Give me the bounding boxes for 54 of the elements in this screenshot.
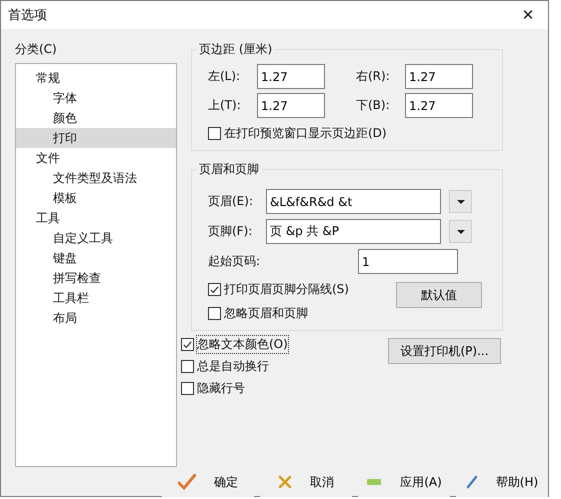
tree-item[interactable]: 字体 [16,88,176,108]
input-field[interactable]: 1.27 [405,64,473,89]
field-label: 页眉(E): [208,193,254,210]
caret-icon [456,200,464,204]
tree-item[interactable]: 布局 [16,308,176,328]
field-label: 上(T): [208,97,242,114]
field-label: 页脚(F): [208,223,254,240]
tree-item[interactable]: 自定义工具 [16,228,176,248]
checkbox[interactable] [208,307,221,320]
input-field[interactable]: 1.27 [257,64,325,89]
tree-item[interactable]: 文件 [16,148,176,168]
checkbox[interactable] [181,382,194,395]
input-field[interactable]: 1 [358,249,458,274]
group-title: 页眉和页脚 [198,161,260,178]
tree-item[interactable]: 常规 [16,68,176,88]
checkbox-label: 总是自动换行 [197,358,269,375]
checkbox-label: 打印页眉页脚分隔线(S) [224,281,349,298]
apply-icon [366,476,382,488]
input-field[interactable]: 1.27 [405,93,473,118]
category-label: 分类(C) [15,41,58,58]
default-button[interactable]: 默认值 [396,282,482,308]
checkbox[interactable] [208,127,221,140]
tree-item[interactable]: 打印 [16,128,176,148]
caret-icon [456,230,464,234]
checkbox-label: 隐藏行号 [197,380,245,397]
checkbox[interactable] [208,283,221,296]
close-button[interactable]: ✕ [508,1,548,29]
printer-setup-button[interactable]: 设置打印机(P)... [388,338,501,364]
checkbox[interactable] [181,338,194,351]
tree-item[interactable]: 键盘 [16,248,176,268]
tree-item[interactable]: 颜色 [16,108,176,128]
field-label: 右(R): [356,68,391,85]
tree-item[interactable]: 拼写检查 [16,268,176,288]
checkbox-label: 忽略文本颜色(O) [197,336,288,353]
field-label: 左(L): [208,68,242,85]
tree-item[interactable]: 文件类型及语法 [16,168,176,188]
checkbox[interactable] [181,360,194,373]
input-field[interactable]: 1.27 [257,93,325,118]
tree-item[interactable]: 工具栏 [16,288,176,308]
dropdown-button[interactable] [449,220,472,243]
checkbox-label: 忽略页眉和页脚 [224,305,308,322]
tree-item[interactable]: 工具 [16,208,176,228]
cross-icon [278,475,292,489]
field-label: 下(B): [356,97,391,114]
checkbox-label: 在打印预览窗口显示页边距(D) [224,125,387,142]
help-icon [466,475,478,489]
group-title: 页边距 (厘米) [198,41,274,58]
input-field[interactable]: 页 &p 共 &P [266,219,441,244]
window-title: 首选项 [8,7,47,24]
field-label: 起始页码: [208,253,262,270]
check-icon [178,474,196,490]
tree-item[interactable]: 模板 [16,188,176,208]
input-field[interactable]: &L&f&R&d &t [266,189,441,214]
dropdown-button[interactable] [449,190,472,213]
